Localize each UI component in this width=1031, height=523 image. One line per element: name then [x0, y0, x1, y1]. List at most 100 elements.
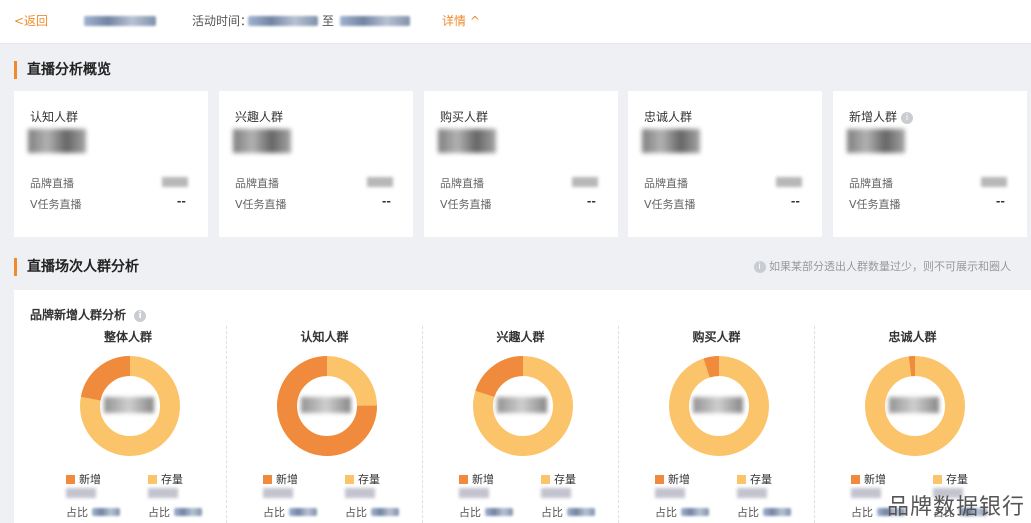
legend-stock-label: 存量	[750, 473, 772, 486]
legend-swatch	[541, 475, 550, 484]
new-audience-panel: 品牌新增人群分析 i 整体人群 新增 存量 占比 占比 认知人群 新增 存量 占比 占比 兴…	[14, 290, 1031, 523]
legend-stock-label: 存量	[946, 473, 968, 486]
v-task-live-label: V任务直播	[849, 198, 901, 211]
donut-total-redacted	[497, 397, 547, 413]
legend-new-label: 新增	[864, 473, 886, 486]
v-task-live-value: --	[176, 195, 186, 208]
stock-ratio: 占比	[148, 504, 202, 520]
brand-live-label: 品牌直播	[235, 177, 279, 190]
stock-count-redacted	[541, 488, 571, 498]
column-title: 购买人群	[692, 330, 741, 344]
detail-toggle[interactable]: 详情 ^	[442, 12, 480, 29]
ratio-label: 占比	[655, 506, 677, 519]
ratio-label: 占比	[148, 506, 170, 519]
legend-swatch	[737, 475, 746, 484]
stock-ratio: 占比	[345, 504, 399, 520]
v-task-live-label: V任务直播	[235, 198, 287, 211]
overview-card: 忠诚人群品牌直播 V任务直播 --	[628, 91, 822, 237]
legend-stock: 存量	[148, 471, 183, 487]
legend-new-label: 新增	[79, 473, 101, 486]
card-title-label: 忠诚人群	[644, 110, 693, 124]
new-ratio: 占比	[263, 504, 317, 520]
brand-live-value-redacted	[572, 177, 598, 187]
legend-stock-label: 存量	[554, 473, 576, 486]
brand-live-label: 品牌直播	[849, 177, 893, 190]
info-icon[interactable]: i	[134, 309, 147, 322]
column-title: 认知人群	[300, 330, 349, 344]
panel-title-label: 品牌新增人群分析	[30, 308, 127, 322]
ratio-label: 占比	[737, 506, 759, 519]
activity-time-label: 活动时间：	[192, 14, 253, 28]
card-total-redacted	[28, 129, 86, 153]
card-total-redacted	[642, 129, 700, 153]
legend-swatch	[66, 475, 75, 484]
hint-text: i 如果某部分透出人群数量过少，则不可展示和圈人	[750, 258, 1011, 274]
legend-swatch	[459, 475, 468, 484]
ratio-value-redacted	[288, 508, 317, 516]
watermark: 品牌数据银行	[886, 495, 1025, 520]
legend-swatch	[933, 475, 942, 484]
brand-live-value-redacted	[162, 177, 188, 187]
brand-live-label: 品牌直播	[440, 177, 484, 190]
audience-column: 兴趣人群 新增 存量 占比 占比	[422, 326, 618, 523]
legend-new-label: 新增	[276, 473, 298, 486]
top-bar: <返回 活动时间： 至 详情 ^	[0, 0, 1031, 44]
stock-ratio: 占比	[541, 504, 595, 520]
time-separator: 至	[322, 14, 335, 28]
card-total-redacted	[233, 129, 291, 153]
info-icon[interactable]: i	[901, 111, 914, 124]
ratio-label: 占比	[851, 506, 873, 519]
card-title-label: 认知人群	[30, 110, 79, 124]
v-task-live-value: --	[381, 195, 391, 208]
back-link[interactable]: <返回	[14, 12, 48, 29]
stock-count-redacted	[737, 488, 767, 498]
donut-total-redacted	[889, 397, 939, 413]
new-ratio: 占比	[66, 504, 120, 520]
new-count-redacted	[263, 488, 293, 498]
brand-live-label: 品牌直播	[30, 177, 74, 190]
ratio-value-redacted	[91, 508, 120, 516]
ratio-label: 占比	[263, 506, 285, 519]
new-count-redacted	[459, 488, 489, 498]
v-task-live-label: V任务直播	[440, 198, 492, 211]
card-title-label: 新增人群	[849, 110, 898, 124]
legend-swatch	[148, 475, 157, 484]
donut-total-redacted	[301, 397, 351, 413]
stock-ratio: 占比	[737, 504, 791, 520]
overview-section-title: 直播分析概览	[14, 61, 111, 79]
session-section-title: 直播场次人群分析	[14, 258, 139, 276]
ratio-value-redacted	[484, 508, 513, 516]
stock-count-redacted	[345, 488, 375, 498]
ratio-label: 占比	[66, 506, 88, 519]
new-ratio: 占比	[459, 504, 513, 520]
legend-new: 新增	[66, 471, 101, 487]
brand-live-label: 品牌直播	[644, 177, 688, 190]
overview-card: 兴趣人群品牌直播 V任务直播 --	[219, 91, 413, 237]
legend-new: 新增	[851, 471, 886, 487]
activity-name-redacted	[84, 16, 156, 26]
legend-new: 新增	[459, 471, 494, 487]
ratio-value-redacted	[173, 508, 202, 516]
ratio-label: 占比	[459, 506, 481, 519]
legend-stock-label: 存量	[358, 473, 380, 486]
card-title-label: 购买人群	[440, 110, 489, 124]
end-time-redacted	[340, 16, 410, 26]
legend-swatch	[263, 475, 272, 484]
overview-card: 认知人群品牌直播 V任务直播 --	[14, 91, 208, 237]
card-title-label: 兴趣人群	[235, 110, 284, 124]
card-title: 兴趣人群	[235, 108, 283, 125]
brand-live-value-redacted	[776, 177, 802, 187]
new-ratio: 占比	[655, 504, 709, 520]
v-task-live-label: V任务直播	[644, 198, 696, 211]
legend-swatch	[345, 475, 354, 484]
ratio-label: 占比	[541, 506, 563, 519]
legend-stock: 存量	[933, 471, 968, 487]
ratio-label: 占比	[345, 506, 367, 519]
legend-new-label: 新增	[668, 473, 690, 486]
column-title: 忠诚人群	[888, 330, 937, 344]
ratio-value-redacted	[680, 508, 709, 516]
panel-title: 品牌新增人群分析 i	[30, 306, 147, 323]
v-task-live-label: V任务直播	[30, 198, 82, 211]
v-task-live-value: --	[790, 195, 800, 208]
card-total-redacted	[438, 129, 496, 153]
